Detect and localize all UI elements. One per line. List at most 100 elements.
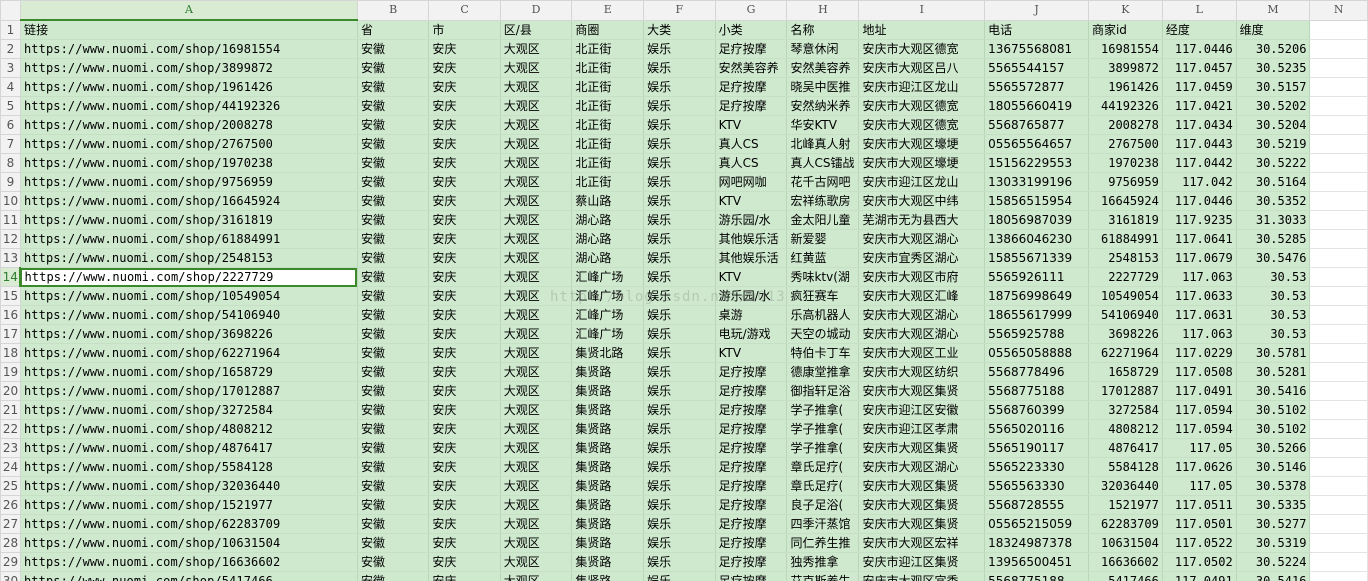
- cell-g2[interactable]: 足疗按摩: [715, 39, 788, 59]
- cell-j28[interactable]: 18324987378: [984, 533, 1089, 553]
- cell-h4[interactable]: 晓吴中医推: [786, 77, 860, 97]
- cell-c17[interactable]: 安庆: [428, 324, 501, 344]
- cell-c14[interactable]: 安庆: [428, 267, 501, 287]
- cell-b16[interactable]: 安徽: [357, 305, 430, 325]
- cell-b21[interactable]: 安徽: [357, 400, 430, 420]
- cell-i20[interactable]: 安庆市大观区集贤: [858, 381, 986, 401]
- cell-d18[interactable]: 大观区: [500, 343, 573, 363]
- cell-g4[interactable]: 足疗按摩: [715, 77, 788, 97]
- spreadsheet[interactable]: ABCDEFGHIJKLMN 1 链接省市区/县 商圈 大类 小类 名称 地址 电话 商家id 经…: [0, 0, 1368, 581]
- cell-a24[interactable]: https://www.nuomi.com/shop/5584128: [20, 457, 358, 477]
- cell-i28[interactable]: 安庆市大观区宏祥: [858, 533, 986, 553]
- cell-d30[interactable]: 大观区: [500, 571, 573, 581]
- cell-f22[interactable]: 娱乐: [643, 419, 716, 439]
- cell-h12[interactable]: 新爱婴: [786, 229, 860, 249]
- cell-j3[interactable]: 5565544157: [984, 58, 1089, 78]
- cell-f11[interactable]: 娱乐: [643, 210, 716, 230]
- cell-g13[interactable]: 其他娱乐活: [715, 248, 788, 268]
- cell-empty[interactable]: [1309, 514, 1368, 534]
- cell-d15[interactable]: 大观区: [500, 286, 573, 306]
- cell-l10[interactable]: 117.0446: [1162, 191, 1237, 211]
- cell-f26[interactable]: 娱乐: [643, 495, 716, 515]
- row-number-18[interactable]: 18: [0, 343, 21, 363]
- column-header-g[interactable]: G: [714, 0, 788, 21]
- cell-e5[interactable]: 北正街: [571, 96, 645, 116]
- cell-c9[interactable]: 安庆: [428, 172, 501, 192]
- active-cell[interactable]: https://www.nuomi.com/shop/2227729: [20, 267, 358, 287]
- cell-a4[interactable]: https://www.nuomi.com/shop/1961426: [20, 77, 358, 97]
- cell-empty[interactable]: [1309, 267, 1368, 287]
- cell-c23[interactable]: 安庆: [428, 438, 501, 458]
- cell-l6[interactable]: 117.0434: [1162, 115, 1237, 135]
- cell-h26[interactable]: 良子足浴(: [786, 495, 860, 515]
- cell-i15[interactable]: 安庆市大观区汇峰: [858, 286, 986, 306]
- cell-a27[interactable]: https://www.nuomi.com/shop/62283709: [20, 514, 358, 534]
- cell-g28[interactable]: 足疗按摩: [715, 533, 788, 553]
- cell-h10[interactable]: 宏祥练歌房: [786, 191, 860, 211]
- cell-j13[interactable]: 15855671339: [984, 248, 1089, 268]
- row-number-2[interactable]: 2: [0, 39, 21, 59]
- cell-i6[interactable]: 安庆市大观区德宽: [858, 115, 986, 135]
- cell-c25[interactable]: 安庆: [428, 476, 501, 496]
- cell-g10[interactable]: KTV: [715, 191, 788, 211]
- cell-empty[interactable]: [1309, 115, 1368, 135]
- cell-j10[interactable]: 15856515954: [984, 191, 1089, 211]
- cell-m29[interactable]: 30.5224: [1236, 552, 1311, 572]
- cell-b29[interactable]: 安徽: [357, 552, 430, 572]
- cell-d11[interactable]: 大观区: [500, 210, 573, 230]
- cell-d23[interactable]: 大观区: [500, 438, 573, 458]
- cell-a18[interactable]: https://www.nuomi.com/shop/62271964: [20, 343, 358, 363]
- row-number-16[interactable]: 16: [0, 305, 21, 325]
- cell-f27[interactable]: 娱乐: [643, 514, 716, 534]
- cell-d19[interactable]: 大观区: [500, 362, 573, 382]
- cell-k11[interactable]: 3161819: [1088, 210, 1163, 230]
- cell-empty[interactable]: [1309, 419, 1368, 439]
- cell-g12[interactable]: 其他娱乐活: [715, 229, 788, 249]
- cell-f14[interactable]: 娱乐: [643, 267, 716, 287]
- cell-empty[interactable]: [1309, 552, 1368, 572]
- column-header-l[interactable]: L: [1161, 0, 1237, 21]
- cell-f18[interactable]: 娱乐: [643, 343, 716, 363]
- cell-i25[interactable]: 安庆市大观区集贤: [858, 476, 986, 496]
- cell-d2[interactable]: 大观区: [500, 39, 573, 59]
- cell-a26[interactable]: https://www.nuomi.com/shop/1521977: [20, 495, 358, 515]
- cell-empty[interactable]: [1309, 153, 1368, 173]
- cell-a12[interactable]: https://www.nuomi.com/shop/61884991: [20, 229, 358, 249]
- cell-l16[interactable]: 117.0631: [1162, 305, 1237, 325]
- cell-b18[interactable]: 安徽: [357, 343, 430, 363]
- cell-e2[interactable]: 北正街: [571, 39, 645, 59]
- cell-h9[interactable]: 花千古网吧: [786, 172, 860, 192]
- cell-l11[interactable]: 117.9235: [1162, 210, 1237, 230]
- cell-i16[interactable]: 安庆市大观区湖心: [858, 305, 986, 325]
- cell-g30[interactable]: 足疗按摩: [715, 571, 788, 581]
- row-number-4[interactable]: 4: [0, 77, 21, 97]
- cell-h19[interactable]: 德康堂推拿: [786, 362, 860, 382]
- cell-empty[interactable]: [1309, 457, 1368, 477]
- cell-f8[interactable]: 娱乐: [643, 153, 716, 173]
- cell-m3[interactable]: 30.5235: [1236, 58, 1311, 78]
- cell-e15[interactable]: 汇峰广场: [571, 286, 645, 306]
- cell-c30[interactable]: 安庆: [428, 571, 501, 581]
- cell-a22[interactable]: https://www.nuomi.com/shop/4808212: [20, 419, 358, 439]
- cell-k24[interactable]: 5584128: [1088, 457, 1163, 477]
- cell-a8[interactable]: https://www.nuomi.com/shop/1970238: [20, 153, 358, 173]
- row-number-14[interactable]: 14: [0, 267, 22, 287]
- header-cell-a[interactable]: 链接: [20, 20, 358, 40]
- cell-j14[interactable]: 5565926111: [984, 267, 1089, 287]
- cell-f3[interactable]: 娱乐: [643, 58, 716, 78]
- cell-i24[interactable]: 安庆市大观区湖心: [858, 457, 986, 477]
- cell-h22[interactable]: 学子推拿(: [786, 419, 860, 439]
- cell-empty[interactable]: [1309, 134, 1368, 154]
- cell-d17[interactable]: 大观区: [500, 324, 573, 344]
- column-header-a[interactable]: A: [19, 0, 358, 21]
- cell-f19[interactable]: 娱乐: [643, 362, 716, 382]
- cell-a2[interactable]: https://www.nuomi.com/shop/16981554: [20, 39, 358, 59]
- cell-b20[interactable]: 安徽: [357, 381, 430, 401]
- cell-m12[interactable]: 30.5285: [1236, 229, 1311, 249]
- cell-l19[interactable]: 117.0508: [1162, 362, 1237, 382]
- cell-m26[interactable]: 30.5335: [1236, 495, 1311, 515]
- cell-i8[interactable]: 安庆市大观区壕埂: [858, 153, 986, 173]
- row-number-22[interactable]: 22: [0, 419, 21, 439]
- cell-k10[interactable]: 16645924: [1088, 191, 1163, 211]
- cell-h21[interactable]: 学子推拿(: [786, 400, 860, 420]
